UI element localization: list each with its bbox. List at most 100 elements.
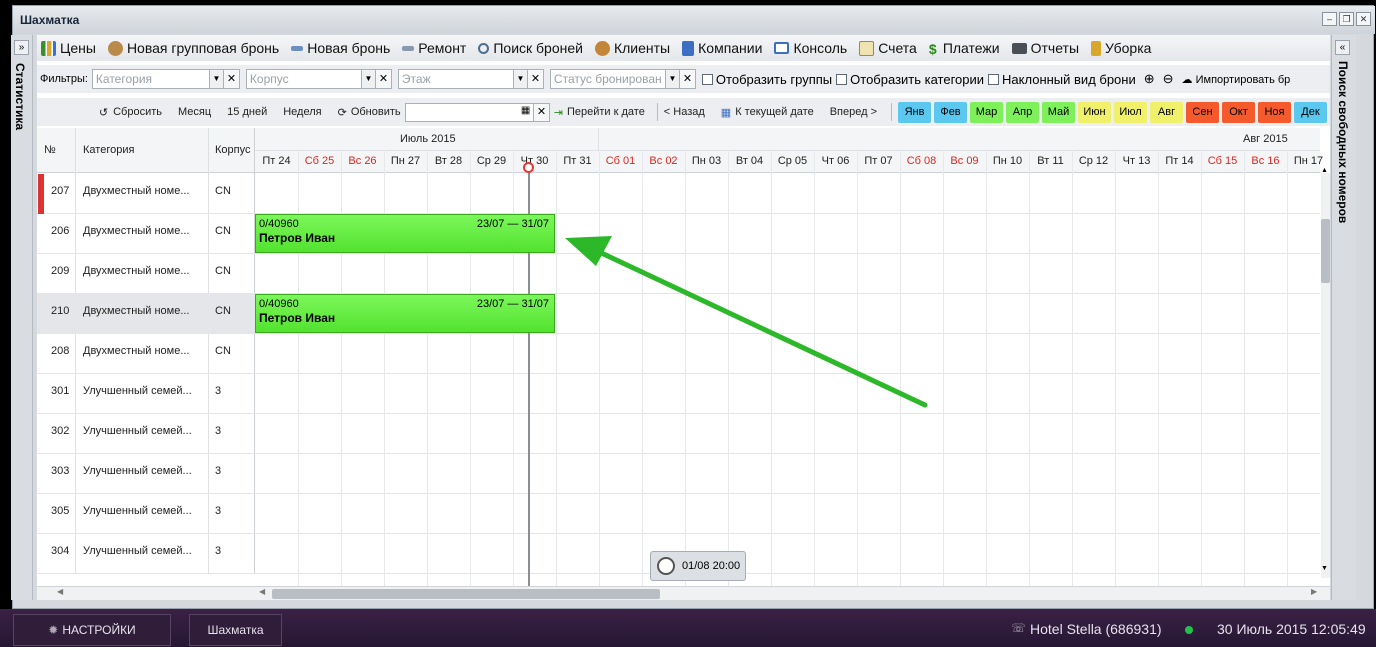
back-button[interactable]: < Назад bbox=[664, 106, 705, 118]
new-booking-button[interactable]: Новая бронь bbox=[291, 40, 390, 56]
room-row[interactable]: 208 Двухместный номе... CN bbox=[37, 334, 1320, 374]
hotel-name: Hotel Stella (686931) bbox=[1030, 621, 1162, 637]
month-button[interactable]: Дек bbox=[1294, 101, 1327, 123]
chevron-down-icon[interactable]: ▼ bbox=[361, 69, 376, 89]
scroll-up-icon[interactable]: ▲ bbox=[1321, 167, 1328, 174]
month-button[interactable]: Май bbox=[1042, 101, 1075, 123]
horizontal-scrollbar[interactable]: ◀ ◀ ▶ bbox=[37, 586, 1330, 600]
week-button[interactable]: Неделя bbox=[283, 106, 321, 118]
tilted-view-checkbox[interactable]: Наклонный вид брони bbox=[988, 72, 1136, 87]
booking-dates: 23/07 — 31/07 bbox=[476, 218, 549, 230]
month-button[interactable]: Месяц bbox=[178, 106, 211, 118]
room-building: CN bbox=[215, 265, 231, 277]
room-building: CN bbox=[215, 305, 231, 317]
room-no: 305 bbox=[51, 505, 70, 517]
month-button[interactable]: Авг bbox=[1150, 101, 1183, 123]
room-row[interactable]: 206 Двухместный номе... CN bbox=[37, 214, 1320, 254]
repair-button[interactable]: Ремонт bbox=[402, 40, 466, 56]
booking-block[interactable]: 0/40960 23/07 — 31/07 Петров Иван bbox=[255, 214, 555, 253]
15-days-button[interactable]: 15 дней bbox=[227, 106, 267, 118]
clear-icon[interactable]: ✕ bbox=[223, 69, 240, 89]
scroll-right-icon[interactable]: ▶ bbox=[1311, 587, 1317, 596]
scroll-left-icon[interactable]: ◀ bbox=[57, 587, 63, 596]
room-category: Улучшенный семей... bbox=[83, 465, 192, 477]
show-groups-checkbox[interactable]: Отобразить группы bbox=[701, 72, 832, 87]
category-filter-input[interactable]: Категория bbox=[91, 69, 210, 89]
invoices-button[interactable]: Счета bbox=[859, 40, 917, 56]
status-filter[interactable]: Статус бронирован ▼ ✕ bbox=[549, 69, 696, 89]
room-row[interactable]: 209 Двухместный номе... CN bbox=[37, 254, 1320, 294]
date-input[interactable]: ▦ bbox=[404, 102, 535, 122]
day-header: Пт 07 bbox=[864, 155, 893, 167]
day-header: Пт 14 bbox=[1165, 155, 1194, 167]
month-button[interactable]: Сен bbox=[1186, 101, 1219, 123]
scroll-left-icon[interactable]: ◀ bbox=[259, 587, 265, 596]
room-row[interactable]: 207 Двухместный номе... CN bbox=[37, 174, 1320, 214]
console-button[interactable]: Консоль bbox=[774, 40, 847, 56]
clear-icon[interactable]: ✕ bbox=[375, 69, 392, 89]
minimize-icon[interactable]: – bbox=[1322, 12, 1337, 26]
clear-date-icon[interactable]: ✕ bbox=[534, 102, 550, 122]
horizontal-scroll-thumb[interactable] bbox=[272, 589, 660, 599]
booking-block[interactable]: 0/40960 23/07 — 31/07 Петров Иван bbox=[255, 294, 555, 333]
statistics-label: Статистика bbox=[13, 63, 27, 131]
category-filter[interactable]: Категория ▼ ✕ bbox=[91, 69, 240, 89]
current-date-button[interactable]: ▦ К текущей дате bbox=[721, 106, 814, 119]
chess-taskbar-button[interactable]: Шахматка bbox=[189, 614, 282, 646]
zoom-in-icon[interactable]: ⊕ bbox=[1144, 71, 1155, 87]
close-icon[interactable]: ✕ bbox=[1356, 12, 1371, 26]
room-row[interactable]: 303 Улучшенный семей... 3 bbox=[37, 454, 1320, 494]
calendar-icon[interactable]: ▦ bbox=[521, 105, 530, 116]
payments-button[interactable]: $ Платежи bbox=[929, 40, 1000, 57]
room-no: 208 bbox=[51, 345, 70, 357]
refresh-icon: ⟳ bbox=[337, 106, 347, 119]
clear-icon[interactable]: ✕ bbox=[527, 69, 544, 89]
clients-button[interactable]: Клиенты bbox=[594, 40, 670, 56]
vertical-scroll-thumb[interactable] bbox=[1321, 219, 1330, 283]
show-categories-checkbox[interactable]: Отобразить категории bbox=[836, 72, 984, 87]
floor-filter[interactable]: Этаж ▼ ✕ bbox=[397, 69, 544, 89]
month-button[interactable]: Окт bbox=[1222, 101, 1255, 123]
settings-button[interactable]: ✹ НАСТРОЙКИ bbox=[13, 614, 171, 646]
cleaning-button[interactable]: Уборка bbox=[1091, 40, 1151, 56]
chevron-down-icon[interactable]: ▼ bbox=[513, 69, 528, 89]
expand-statistics-icon[interactable]: » bbox=[14, 40, 29, 55]
room-row[interactable]: 305 Улучшенный семей... 3 bbox=[37, 494, 1320, 534]
room-row[interactable]: 302 Улучшенный семей... 3 bbox=[37, 414, 1320, 454]
companies-button[interactable]: Компании bbox=[682, 40, 762, 56]
reports-button[interactable]: Отчеты bbox=[1011, 40, 1079, 56]
goto-date-button[interactable]: ⇥ Перейти к дате bbox=[554, 106, 645, 119]
month-button[interactable]: Апр bbox=[1006, 101, 1039, 123]
month-button[interactable]: Янв bbox=[898, 101, 931, 123]
refresh-button[interactable]: ⟳ Обновить bbox=[338, 106, 401, 119]
search-bookings-button[interactable]: Поиск броней bbox=[478, 40, 583, 56]
import-button[interactable]: ☁ Импортировать бр bbox=[1182, 73, 1291, 86]
floor-filter-input[interactable]: Этаж bbox=[397, 69, 514, 89]
statistics-panel[interactable]: » Статистика bbox=[11, 35, 33, 600]
free-rooms-panel[interactable]: « Поиск свободных номеров bbox=[1331, 35, 1356, 600]
month-button[interactable]: Фев bbox=[934, 101, 967, 123]
scroll-down-icon[interactable]: ▼ bbox=[1321, 565, 1328, 572]
restore-icon[interactable]: ❐ bbox=[1339, 12, 1354, 26]
vertical-scrollbar[interactable]: ▲ ▼ bbox=[1321, 167, 1330, 578]
reset-button[interactable]: ↺ Сбросить bbox=[99, 106, 162, 119]
day-header: Вт 11 bbox=[1037, 155, 1064, 167]
chevron-down-icon[interactable]: ▼ bbox=[665, 69, 680, 89]
room-row[interactable]: 210 Двухместный номе... CN bbox=[37, 294, 1320, 334]
room-building: CN bbox=[215, 225, 231, 237]
status-filter-input[interactable]: Статус бронирован bbox=[549, 69, 666, 89]
group-booking-button[interactable]: Новая групповая бронь bbox=[107, 40, 279, 56]
building-filter-input[interactable]: Корпус bbox=[245, 69, 362, 89]
month-button[interactable]: Мар bbox=[970, 101, 1003, 123]
chevron-down-icon[interactable]: ▼ bbox=[209, 69, 224, 89]
building-filter[interactable]: Корпус ▼ ✕ bbox=[245, 69, 392, 89]
month-button[interactable]: Июн bbox=[1078, 101, 1111, 123]
expand-free-rooms-icon[interactable]: « bbox=[1335, 40, 1350, 55]
month-button[interactable]: Ноя bbox=[1258, 101, 1291, 123]
clear-icon[interactable]: ✕ bbox=[679, 69, 696, 89]
month-button[interactable]: Июл bbox=[1114, 101, 1147, 123]
prices-button[interactable]: Цены bbox=[41, 40, 96, 56]
room-row[interactable]: 301 Улучшенный семей... 3 bbox=[37, 374, 1320, 414]
forward-button[interactable]: Вперед > bbox=[830, 106, 877, 118]
zoom-out-icon[interactable]: ⊖ bbox=[1163, 71, 1174, 87]
